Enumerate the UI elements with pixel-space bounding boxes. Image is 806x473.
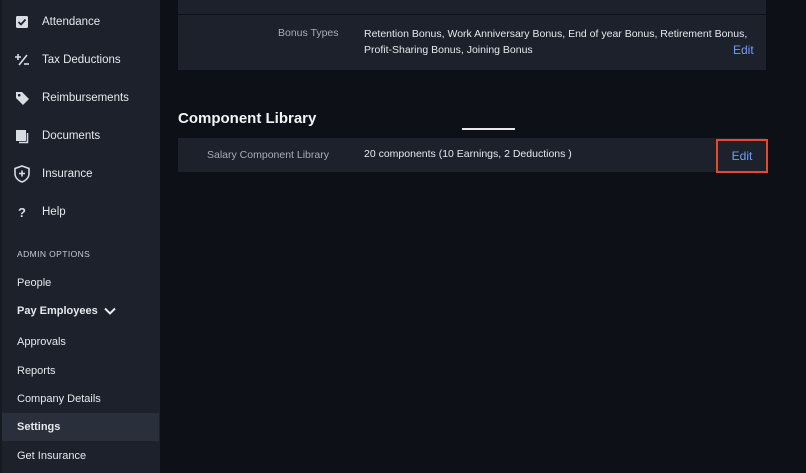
- sidebar-item-company-details[interactable]: Company Details: [2, 385, 159, 413]
- sidebar-item-label: Get Insurance: [17, 450, 87, 462]
- main-content: Bonus Types Retention Bonus, Work Annive…: [160, 0, 806, 473]
- sidebar-item-label: Insurance: [42, 168, 93, 180]
- component-library-edit-link[interactable]: Edit: [732, 149, 753, 163]
- sidebar-item-settings[interactable]: Settings: [2, 413, 159, 441]
- edit-highlight-box: Edit: [716, 139, 768, 173]
- sidebar-item-tax-deductions[interactable]: Tax Deductions: [0, 41, 160, 79]
- attendance-checkbox-icon: [14, 14, 30, 30]
- sidebar-item-label: Documents: [42, 130, 101, 142]
- bonus-types-panel: Bonus Types Retention Bonus, Work Annive…: [178, 0, 766, 70]
- sidebar-item-get-insurance[interactable]: Get Insurance: [2, 442, 159, 470]
- shield-plus-icon: [14, 165, 30, 183]
- sidebar-item-label: Settings: [17, 421, 61, 433]
- sidebar-item-reports[interactable]: Reports: [2, 357, 159, 385]
- percent-icon: [14, 52, 30, 68]
- sidebar-item-label: Attendance: [42, 16, 101, 28]
- sidebar-item-pay-employees[interactable]: Pay Employees: [2, 297, 159, 325]
- bonus-types-value: Retention Bonus, Work Anniversary Bonus,…: [364, 28, 748, 56]
- sidebar-item-label: Company Details: [17, 393, 101, 405]
- bonus-types-label: Bonus Types: [278, 27, 339, 39]
- question-icon: ?: [18, 204, 26, 220]
- sidebar-item-approvals[interactable]: Approvals: [2, 328, 159, 356]
- salary-component-library-label: Salary Component Library: [207, 149, 329, 161]
- app-window: Attendance Tax Deductions Reimbursements…: [0, 0, 806, 473]
- row-divider: [178, 14, 766, 15]
- salary-component-library-value: 20 components (10 Earnings, 2 Deductions…: [364, 148, 572, 160]
- salary-component-library-row: Salary Component Library 20 components (…: [178, 138, 768, 173]
- sidebar-item-label: Help: [42, 206, 66, 218]
- sidebar-item-insurance[interactable]: Insurance: [0, 155, 160, 193]
- sidebar-item-help[interactable]: ? Help: [0, 193, 160, 231]
- bonus-types-edit-link[interactable]: Edit: [733, 43, 754, 57]
- chevron-down-icon: [104, 307, 116, 315]
- sidebar-item-reimbursements[interactable]: Reimbursements: [0, 79, 160, 117]
- component-library-title: Component Library: [178, 110, 317, 127]
- sidebar-item-label: Reimbursements: [42, 92, 129, 104]
- tag-icon: [14, 90, 30, 106]
- sidebar-item-label: People: [17, 277, 52, 289]
- sidebar-item-label: Pay Employees: [17, 305, 98, 317]
- sidebar-item-people[interactable]: People: [2, 269, 159, 297]
- sidebar-item-label: Reports: [17, 365, 56, 377]
- sidebar-item-documents[interactable]: Documents: [0, 117, 160, 155]
- sidebar-item-label: Approvals: [17, 336, 66, 348]
- admin-options-heading: ADMIN OPTIONS: [17, 249, 91, 259]
- section-underline: [462, 128, 515, 130]
- sidebar-item-label: Tax Deductions: [42, 54, 121, 66]
- sidebar: Attendance Tax Deductions Reimbursements…: [0, 0, 160, 473]
- sidebar-item-attendance[interactable]: Attendance: [0, 3, 160, 41]
- documents-icon: [14, 128, 30, 144]
